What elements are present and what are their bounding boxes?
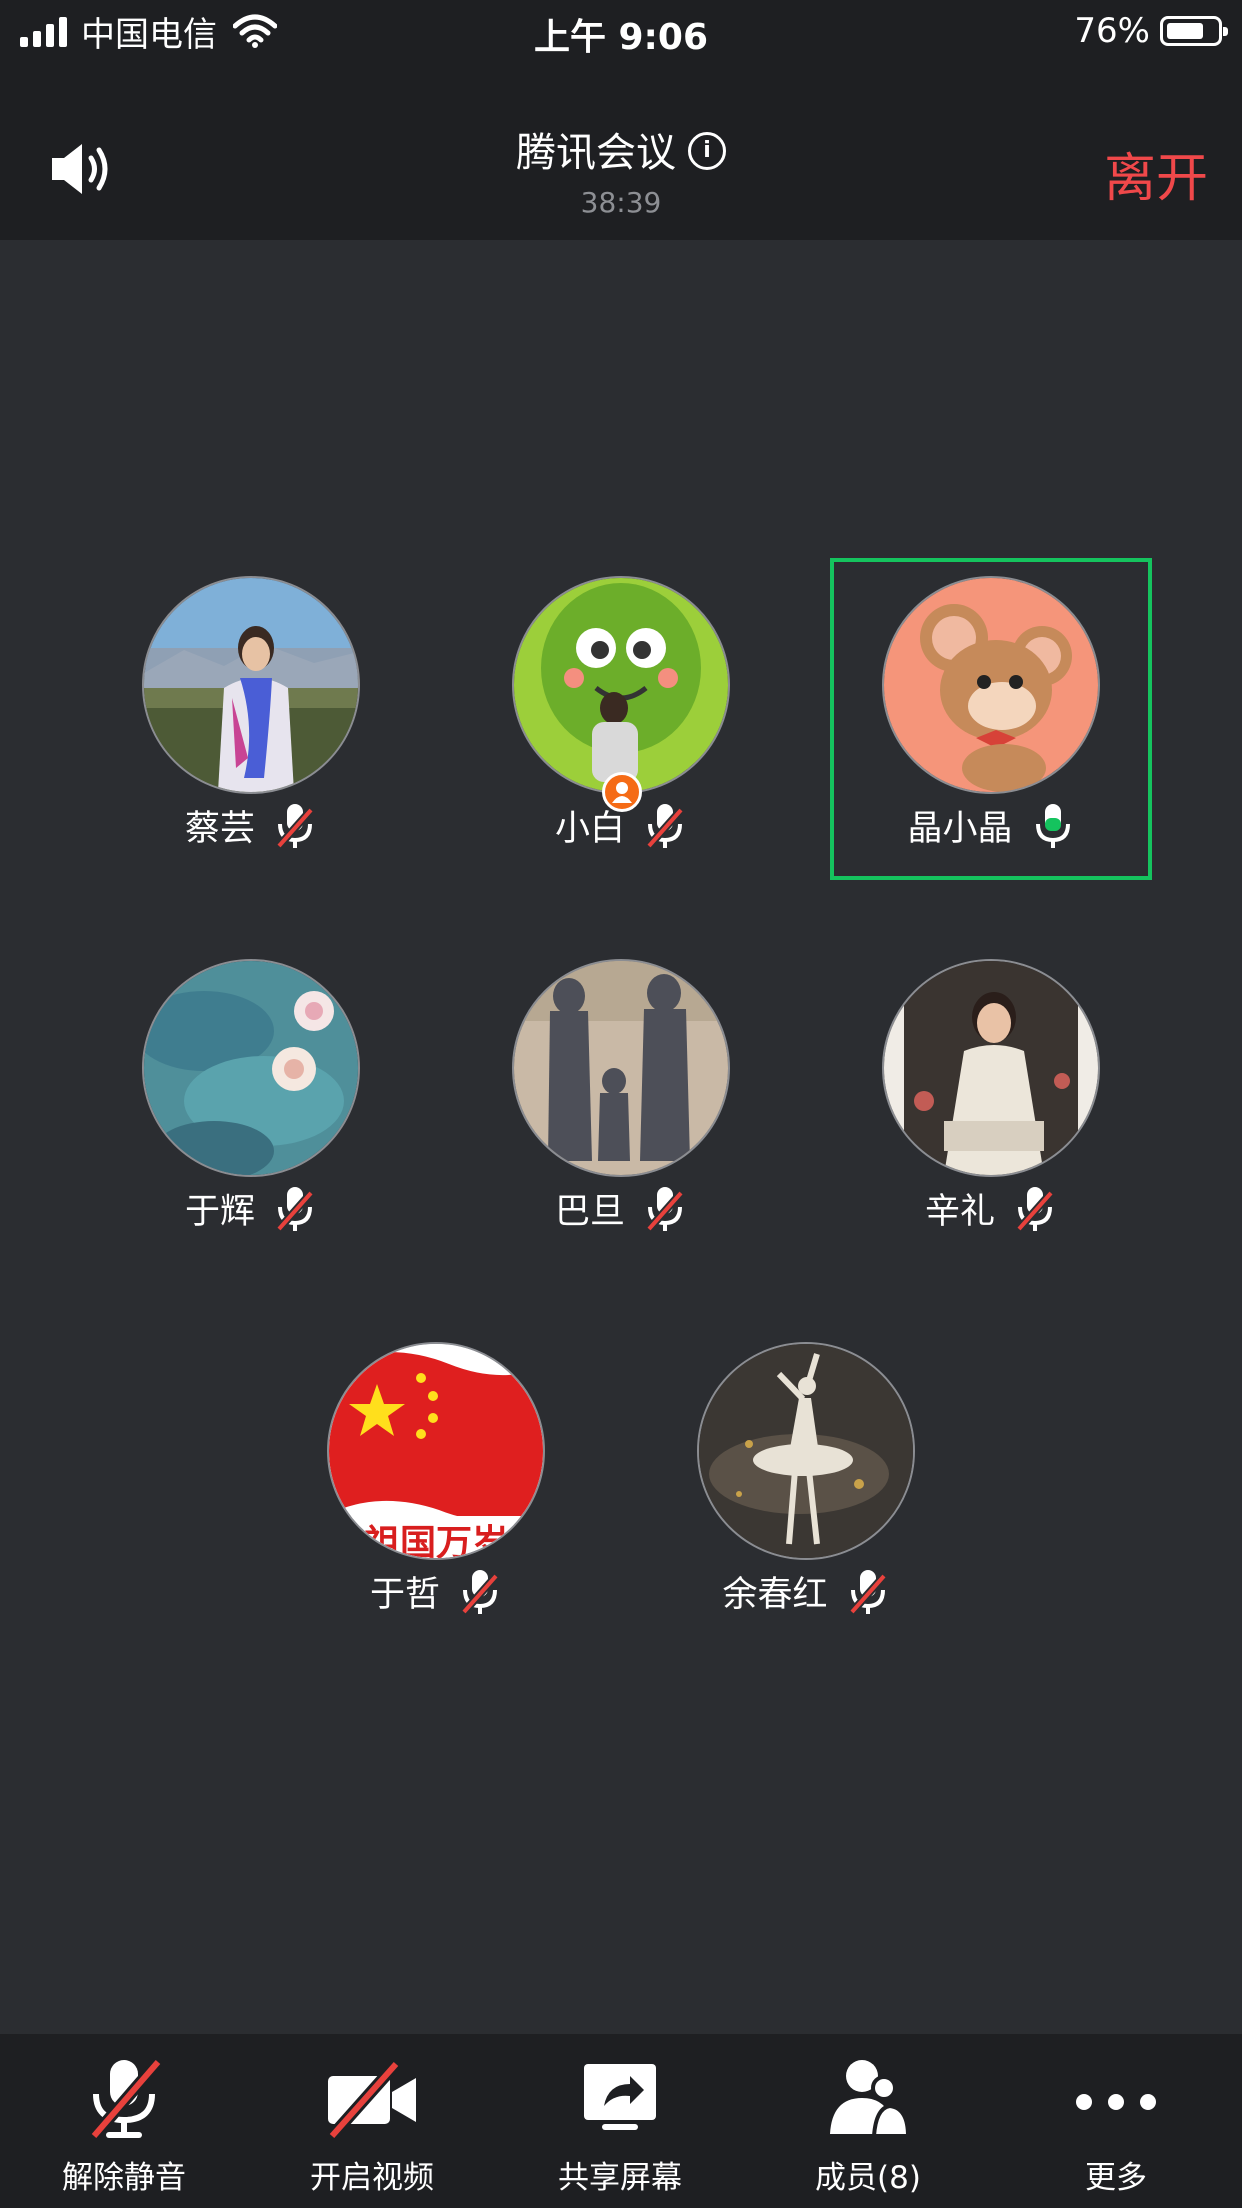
mic-active-icon: [1035, 803, 1070, 848]
participant-tile[interactable]: 祖国万岁 于哲: [266, 1326, 606, 1636]
participant-tile[interactable]: 巴旦: [451, 943, 791, 1253]
woman-qipao-avatar: [882, 959, 1100, 1177]
mic-muted-icon: [276, 1186, 314, 1232]
participant-tile[interactable]: 余春红: [636, 1326, 976, 1636]
status-bar: 中国电信 上午 9:06 76%: [0, 0, 1242, 62]
leave-button[interactable]: 离开: [1104, 136, 1208, 211]
cartoon-mouse-avatar: [882, 576, 1100, 794]
participant-name: 于辉: [184, 1192, 255, 1232]
mic-muted-icon: [89, 2058, 163, 2140]
members-label: 成员(8): [815, 2160, 921, 2196]
participant-tile[interactable]: 辛礼: [821, 943, 1161, 1253]
meeting-duration: 38:39: [580, 186, 662, 219]
members-button[interactable]: 成员(8): [744, 2034, 992, 2208]
landscape-portrait-avatar: [142, 576, 360, 794]
ballerina-avatar: [697, 1342, 915, 1560]
clock: 上午 9:06: [533, 17, 709, 58]
participant-name: 蔡芸: [184, 809, 255, 849]
family-shadow-avatar: [512, 959, 730, 1177]
mic-muted-icon: [646, 1186, 684, 1232]
more-label: 更多: [1085, 2160, 1147, 2196]
start-video-label: 开启视频: [310, 2160, 434, 2196]
battery-percent: 76%: [1074, 11, 1150, 51]
info-icon[interactable]: i: [688, 132, 726, 170]
more-dots-icon: [1076, 2094, 1156, 2110]
share-screen-icon: [584, 2064, 656, 2130]
participant-tile[interactable]: 蔡芸: [81, 560, 421, 870]
video-off-icon: [327, 2060, 416, 2140]
participant-tile-speaking[interactable]: 晶小晶: [821, 560, 1161, 870]
cartoon-green-monster-avatar: [512, 576, 730, 794]
unmute-label: 解除静音: [62, 2160, 186, 2196]
meeting-header: 腾讯会议 i 38:39 离开: [0, 62, 1242, 240]
participant-name: 巴旦: [554, 1192, 625, 1232]
participant-tile[interactable]: 于辉: [81, 943, 421, 1253]
meeting-title-row[interactable]: 腾讯会议 i: [0, 120, 1242, 178]
share-screen-label: 共享屏幕: [558, 2160, 682, 2196]
mic-muted-icon: [848, 1569, 887, 1615]
water-lily-painting-avatar: [142, 959, 360, 1177]
share-screen-button[interactable]: 共享屏幕: [496, 2034, 744, 2208]
participant-name: 小白: [554, 809, 625, 849]
mic-muted-icon: [276, 803, 314, 849]
red-flag-avatar: 祖国万岁: [327, 1342, 545, 1560]
more-button[interactable]: 更多: [992, 2034, 1240, 2208]
meeting-title: 腾讯会议: [516, 130, 676, 176]
members-icon: [830, 2060, 911, 2138]
participant-tile[interactable]: 小白: [451, 560, 791, 870]
participant-name: 辛礼: [924, 1192, 995, 1232]
mic-muted-icon: [646, 803, 684, 849]
mic-muted-icon: [461, 1569, 499, 1615]
unmute-button[interactable]: 解除静音: [0, 2034, 248, 2208]
participant-name: 于哲: [369, 1575, 440, 1615]
participant-name: 余春红: [722, 1575, 828, 1615]
mic-muted-icon: [1016, 1186, 1054, 1232]
participant-name: 晶小晶: [907, 809, 1013, 849]
start-video-button[interactable]: 开启视频: [248, 2034, 496, 2208]
avatar-flag-text: 祖国万岁: [363, 1523, 508, 1560]
bottom-toolbar: 解除静音 开启视频 共享屏幕 成员(8) 更多: [0, 2034, 1242, 2208]
battery-icon: [1160, 16, 1228, 46]
